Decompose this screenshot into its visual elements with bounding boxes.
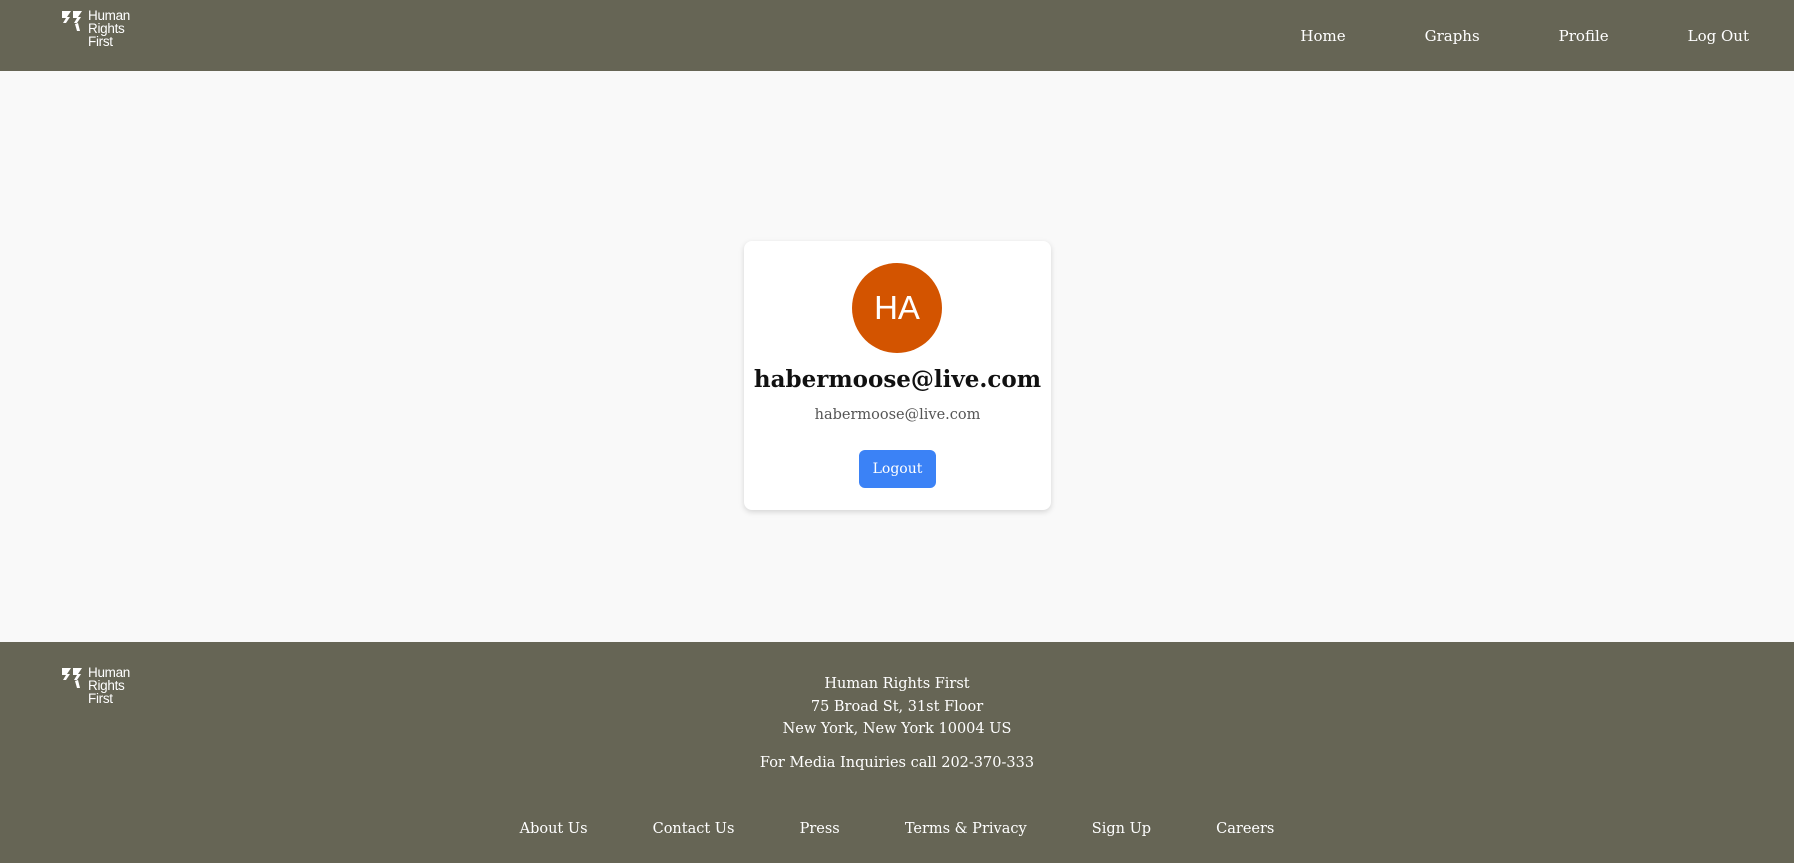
org-name: Human Rights First [824, 676, 970, 692]
profile-card: HA habermoose@live.com habermoose@live.c… [744, 241, 1051, 510]
street-address: 75 Broad St, 31st Floor [810, 698, 984, 715]
footer-address: Human Rights First 75 Broad St, 31st Flo… [0, 673, 1794, 741]
nav-profile[interactable]: Profile [1559, 27, 1609, 45]
footer-links: About Us Contact Us Press Terms & Privac… [0, 818, 1794, 837]
city-address: New York, New York 10004 US [782, 721, 1012, 737]
hrf-logo-icon [62, 11, 82, 31]
profile-name: habermoose@live.com [753, 366, 1042, 393]
footer-link-signup[interactable]: Sign Up [1092, 821, 1151, 837]
nav-logout[interactable]: Log Out [1688, 27, 1749, 45]
footer-link-terms[interactable]: Terms & Privacy [905, 821, 1027, 837]
top-navbar: Human Rights First Home Graphs Profile L… [0, 0, 1794, 71]
footer-link-about[interactable]: About Us [520, 821, 588, 837]
footer-link-press[interactable]: Press [800, 821, 840, 837]
nav-graphs[interactable]: Graphs [1425, 27, 1480, 45]
media-inquiries: For Media Inquiries call 202-370-333 [759, 755, 1035, 771]
avatar: HA [852, 263, 942, 353]
footer-link-careers[interactable]: Careers [1216, 821, 1274, 837]
footer-link-contact[interactable]: Contact Us [653, 821, 735, 837]
footer: Human Rights First Human Rights First 75… [0, 642, 1794, 863]
nav-home[interactable]: Home [1300, 27, 1345, 45]
main-nav: Home Graphs Profile Log Out [1221, 0, 1749, 71]
logo[interactable]: Human Rights First [61, 9, 130, 48]
profile-email: habermoose@live.com [814, 407, 981, 423]
logout-button[interactable]: Logout [859, 450, 936, 488]
logo-text: Human Rights First [88, 8, 131, 49]
